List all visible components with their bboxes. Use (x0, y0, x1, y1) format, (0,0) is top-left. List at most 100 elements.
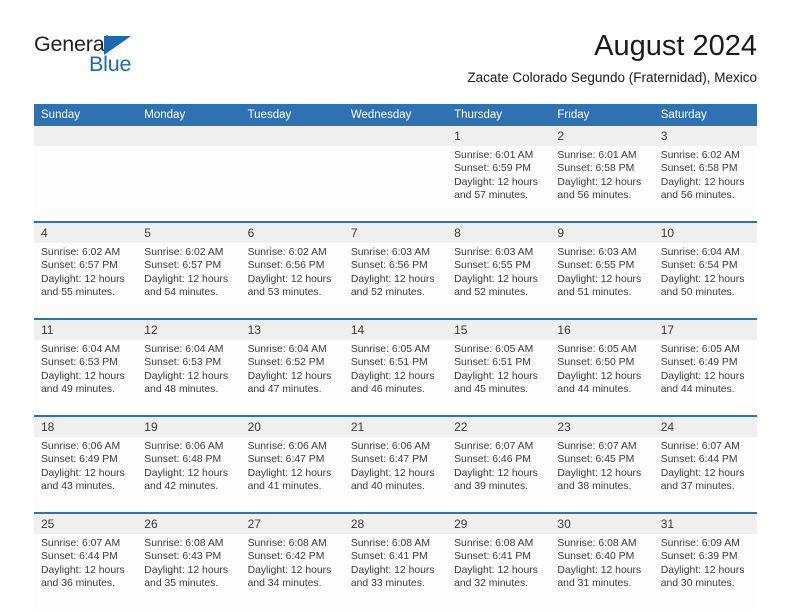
day-number[interactable]: 28 (343, 512, 448, 534)
day-number[interactable] (137, 126, 241, 146)
day-number[interactable]: 30 (550, 512, 654, 534)
daylight-text-line1: Daylight: 12 hours (247, 564, 332, 576)
day-number[interactable]: 6 (240, 221, 344, 243)
week-5-info-row: Sunrise: 6:07 AM Sunset: 6:44 PM Dayligh… (34, 534, 757, 609)
day-number[interactable]: 8 (447, 221, 551, 243)
day-number[interactable]: 21 (343, 415, 448, 437)
day-cell[interactable]: Sunrise: 6:03 AM Sunset: 6:56 PM Dayligh… (343, 243, 448, 319)
sunset-text: Sunset: 6:43 PM (144, 551, 222, 563)
day-number[interactable]: 3 (653, 126, 757, 146)
day-cell[interactable]: Sunrise: 6:06 AM Sunset: 6:48 PM Dayligh… (137, 437, 241, 513)
sunrise-text: Sunrise: 6:04 AM (247, 344, 327, 355)
day-cell[interactable]: Sunrise: 6:05 AM Sunset: 6:50 PM Dayligh… (550, 340, 654, 416)
day-number[interactable]: 10 (653, 221, 757, 243)
day-cell[interactable] (137, 146, 241, 222)
sunrise-sunset-calendar: Sunday Monday Tuesday Wednesday Thursday… (34, 104, 757, 609)
generalblue-logo[interactable]: General Blue (34, 33, 214, 79)
day-cell[interactable]: Sunrise: 6:01 AM Sunset: 6:58 PM Dayligh… (550, 146, 654, 222)
day-cell[interactable]: Sunrise: 6:05 AM Sunset: 6:49 PM Dayligh… (653, 340, 757, 416)
daylight-text-line2: and 39 minutes. (454, 481, 529, 493)
day-number[interactable]: 19 (137, 415, 241, 437)
day-number[interactable]: 15 (447, 318, 551, 340)
daylight-text-line1: Daylight: 12 hours (454, 176, 538, 188)
day-cell[interactable]: Sunrise: 6:08 AM Sunset: 6:41 PM Dayligh… (447, 534, 551, 609)
sunset-text: Sunset: 6:41 PM (350, 551, 428, 563)
daylight-text-line2: and 56 minutes. (557, 190, 632, 202)
day-cell[interactable]: Sunrise: 6:08 AM Sunset: 6:40 PM Dayligh… (550, 534, 654, 609)
day-cell[interactable]: Sunrise: 6:03 AM Sunset: 6:55 PM Dayligh… (550, 243, 654, 319)
day-cell[interactable] (343, 146, 448, 222)
day-number[interactable]: 5 (137, 221, 241, 243)
daylight-text-line1: Daylight: 12 hours (454, 273, 538, 285)
sunset-text: Sunset: 6:52 PM (247, 357, 325, 369)
day-cell[interactable] (240, 146, 344, 222)
sunset-text: Sunset: 6:59 PM (454, 163, 531, 175)
day-number[interactable]: 24 (653, 415, 757, 437)
daylight-text-line2: and 31 minutes. (557, 578, 632, 590)
day-cell[interactable]: Sunrise: 6:05 AM Sunset: 6:51 PM Dayligh… (447, 340, 551, 416)
day-cell[interactable]: Sunrise: 6:07 AM Sunset: 6:45 PM Dayligh… (550, 437, 654, 513)
sunrise-text: Sunrise: 6:07 AM (660, 441, 740, 452)
day-number[interactable]: 23 (550, 415, 654, 437)
daylight-text-line1: Daylight: 12 hours (557, 370, 642, 382)
day-number[interactable]: 31 (653, 512, 757, 534)
day-cell[interactable]: Sunrise: 6:08 AM Sunset: 6:43 PM Dayligh… (137, 534, 241, 609)
day-cell[interactable]: Sunrise: 6:09 AM Sunset: 6:39 PM Dayligh… (653, 534, 757, 609)
day-cell[interactable] (34, 146, 138, 222)
day-number[interactable]: 27 (240, 512, 344, 534)
day-number[interactable] (343, 126, 448, 146)
day-number[interactable]: 14 (343, 318, 448, 340)
day-cell[interactable]: Sunrise: 6:04 AM Sunset: 6:53 PM Dayligh… (137, 340, 241, 416)
daylight-text-line1: Daylight: 12 hours (660, 467, 745, 479)
day-cell[interactable]: Sunrise: 6:07 AM Sunset: 6:44 PM Dayligh… (34, 534, 138, 609)
day-number[interactable] (240, 126, 344, 146)
day-number[interactable]: 22 (447, 415, 551, 437)
day-cell[interactable]: Sunrise: 6:01 AM Sunset: 6:59 PM Dayligh… (447, 146, 551, 222)
day-number[interactable]: 29 (447, 512, 551, 534)
day-cell[interactable]: Sunrise: 6:02 AM Sunset: 6:57 PM Dayligh… (137, 243, 241, 319)
day-cell[interactable]: Sunrise: 6:05 AM Sunset: 6:51 PM Dayligh… (343, 340, 448, 416)
sunset-text: Sunset: 6:51 PM (454, 357, 531, 369)
day-number[interactable]: 25 (34, 512, 138, 534)
weekday-header-wednesday: Wednesday (343, 104, 448, 126)
day-number[interactable] (34, 126, 138, 146)
sunrise-text: Sunrise: 6:06 AM (247, 441, 327, 452)
day-cell[interactable]: Sunrise: 6:06 AM Sunset: 6:49 PM Dayligh… (34, 437, 138, 513)
day-number[interactable]: 18 (34, 415, 138, 437)
sunrise-text: Sunrise: 6:06 AM (350, 441, 430, 452)
day-number[interactable]: 26 (137, 512, 241, 534)
day-cell[interactable]: Sunrise: 6:07 AM Sunset: 6:46 PM Dayligh… (447, 437, 551, 513)
day-cell[interactable]: Sunrise: 6:04 AM Sunset: 6:52 PM Dayligh… (240, 340, 344, 416)
day-cell[interactable]: Sunrise: 6:04 AM Sunset: 6:53 PM Dayligh… (34, 340, 138, 416)
day-number[interactable]: 1 (447, 126, 551, 146)
daylight-text-line1: Daylight: 12 hours (454, 370, 538, 382)
day-cell[interactable]: Sunrise: 6:06 AM Sunset: 6:47 PM Dayligh… (343, 437, 448, 513)
day-cell[interactable]: Sunrise: 6:02 AM Sunset: 6:58 PM Dayligh… (653, 146, 757, 222)
day-cell[interactable]: Sunrise: 6:02 AM Sunset: 6:57 PM Dayligh… (34, 243, 138, 319)
sunset-text: Sunset: 6:57 PM (144, 260, 222, 272)
daylight-text-line1: Daylight: 12 hours (41, 273, 125, 285)
day-number[interactable]: 4 (34, 221, 138, 243)
day-cell[interactable]: Sunrise: 6:07 AM Sunset: 6:44 PM Dayligh… (653, 437, 757, 513)
day-number[interactable]: 2 (550, 126, 654, 146)
sunset-text: Sunset: 6:55 PM (557, 260, 635, 272)
day-cell[interactable]: Sunrise: 6:02 AM Sunset: 6:56 PM Dayligh… (240, 243, 344, 319)
day-cell[interactable]: Sunrise: 6:08 AM Sunset: 6:41 PM Dayligh… (343, 534, 448, 609)
day-number[interactable]: 7 (343, 221, 448, 243)
day-number[interactable]: 12 (137, 318, 241, 340)
day-cell[interactable]: Sunrise: 6:06 AM Sunset: 6:47 PM Dayligh… (240, 437, 344, 513)
sunrise-text: Sunrise: 6:08 AM (557, 538, 637, 549)
day-number[interactable]: 11 (34, 318, 138, 340)
day-number[interactable]: 13 (240, 318, 344, 340)
day-number[interactable]: 16 (550, 318, 654, 340)
day-cell[interactable]: Sunrise: 6:08 AM Sunset: 6:42 PM Dayligh… (240, 534, 344, 609)
day-cell[interactable]: Sunrise: 6:04 AM Sunset: 6:54 PM Dayligh… (653, 243, 757, 319)
sunset-text: Sunset: 6:47 PM (350, 454, 428, 466)
daylight-text-line1: Daylight: 12 hours (350, 273, 435, 285)
sunset-text: Sunset: 6:48 PM (144, 454, 222, 466)
day-number[interactable]: 20 (240, 415, 344, 437)
week-3-daynum-row: 11 12 13 14 15 16 17 (34, 318, 757, 340)
day-cell[interactable]: Sunrise: 6:03 AM Sunset: 6:55 PM Dayligh… (447, 243, 551, 319)
day-number[interactable]: 9 (550, 221, 654, 243)
day-number[interactable]: 17 (653, 318, 757, 340)
